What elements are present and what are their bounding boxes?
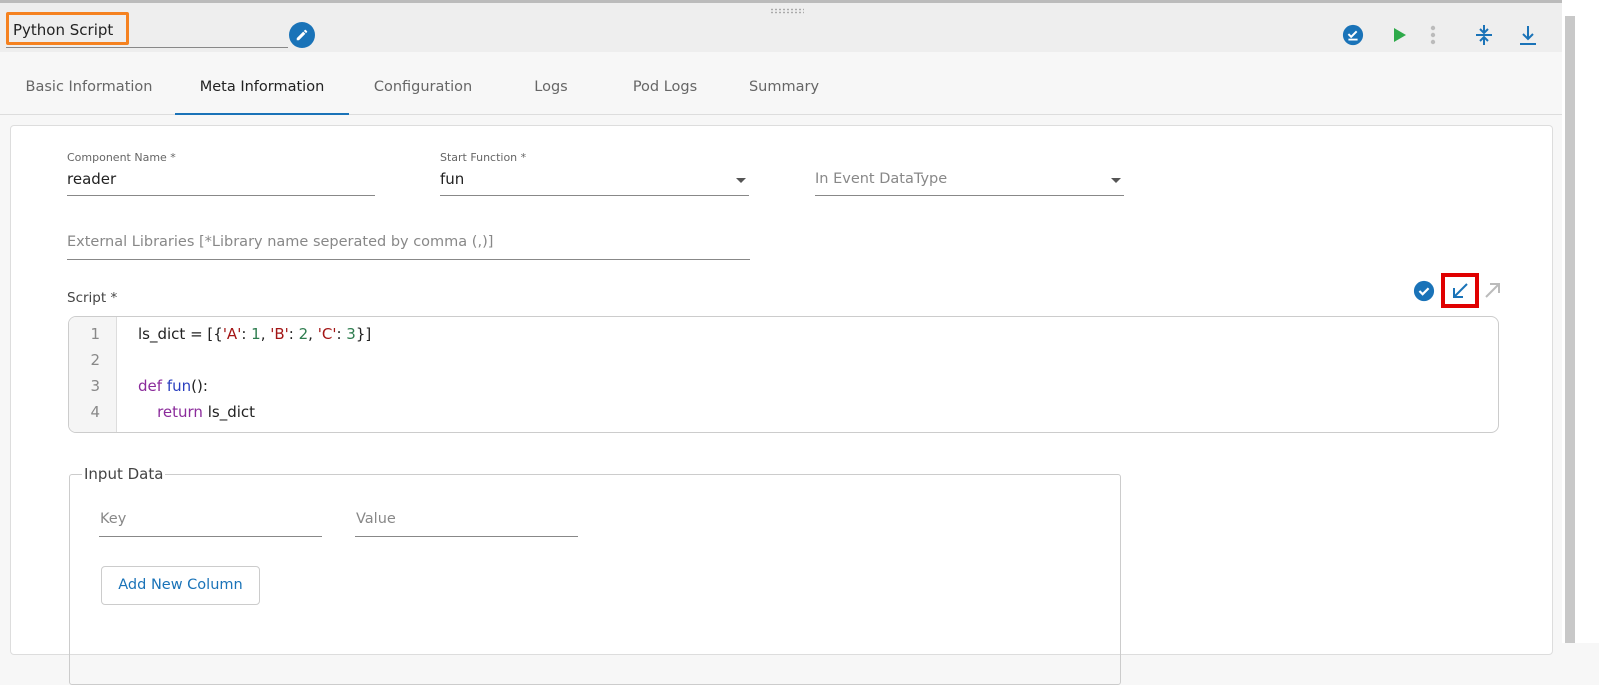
edit-title-button[interactable]: [289, 22, 315, 48]
drag-handle[interactable]: [770, 8, 804, 14]
code-line: return ls_dict: [138, 403, 255, 421]
scrollbar[interactable]: [1562, 0, 1599, 643]
download-button[interactable]: [1516, 23, 1540, 47]
in-event-datatype-placeholder: In Event DataType: [815, 171, 948, 187]
value-input[interactable]: Value: [355, 508, 578, 537]
download-icon: [1520, 26, 1536, 45]
component-name-value: reader: [67, 170, 117, 188]
code-token-str: 'A': [222, 325, 242, 343]
scrollbar-thumb[interactable]: [1565, 16, 1575, 643]
play-icon: [1394, 28, 1406, 42]
external-libraries-input[interactable]: External Libraries [*Library name sepera…: [67, 231, 750, 260]
code-token-str: 'C': [317, 325, 337, 343]
arrow-up-right-icon: [1485, 283, 1500, 298]
collapse-button[interactable]: [1472, 23, 1496, 47]
component-name-input[interactable]: reader: [67, 166, 375, 196]
tab-bar: Basic Information Meta Information Confi…: [0, 52, 1562, 115]
add-new-column-button[interactable]: Add New Column: [101, 566, 260, 605]
pencil-icon: [296, 29, 308, 41]
code-line: ls_dict = [{'A': 1, 'B': 2, 'C': 3}]: [138, 325, 371, 343]
meta-information-panel: Component Name * reader Start Function *…: [10, 125, 1553, 685]
line-number-gutter: 1 2 3 4: [69, 317, 117, 432]
code-token-kw: return: [157, 403, 203, 421]
code-token-plain: ls_dict: [202, 403, 256, 421]
tab-configuration[interactable]: Configuration: [360, 52, 486, 115]
code-line: def fun():: [138, 377, 208, 395]
check-circle-icon: [1342, 24, 1364, 46]
line-number: 1: [90, 325, 100, 343]
code-token-plain: :: [288, 325, 299, 343]
code-token-plain: }]: [355, 325, 372, 343]
key-placeholder: Key: [100, 511, 127, 527]
code-token-num: 1: [251, 325, 261, 343]
input-data-legend: Input Data: [84, 465, 164, 483]
line-number: 3: [90, 377, 100, 395]
code-token-plain: ,: [308, 325, 318, 343]
code-token-plain: :: [336, 325, 347, 343]
start-function-label: Start Function *: [440, 151, 527, 164]
value-placeholder: Value: [356, 511, 396, 527]
kebab-icon: [1430, 25, 1436, 45]
chevron-down-icon: [736, 178, 746, 183]
expand-editor-button[interactable]: [1483, 280, 1505, 302]
line-number: 2: [90, 351, 100, 369]
code-token-num: 2: [298, 325, 309, 343]
tab-pod-logs[interactable]: Pod Logs: [620, 52, 710, 115]
line-number: 4: [90, 403, 100, 421]
validate-script-button[interactable]: [1413, 280, 1435, 302]
code-token-plain: ,: [260, 325, 271, 343]
tab-basic-information[interactable]: Basic Information: [15, 52, 163, 115]
check-circle-icon: [1413, 280, 1435, 302]
code-token-str: 'B': [270, 325, 289, 343]
component-title[interactable]: Python Script: [6, 12, 129, 45]
collapse-vertical-icon: [1476, 25, 1492, 45]
validate-button[interactable]: [1341, 23, 1365, 47]
component-name-label: Component Name *: [67, 151, 176, 164]
script-editor[interactable]: 1 2 3 4 ls_dict = [{'A': 1, 'B': 2, 'C':…: [68, 316, 1499, 433]
script-label: Script *: [67, 290, 118, 306]
tab-summary[interactable]: Summary: [735, 52, 833, 115]
code-token-plain: ls_dict = [{: [138, 325, 223, 343]
code-token-plain: ():: [191, 377, 208, 395]
chevron-down-icon: [1111, 178, 1121, 183]
arrow-down-left-icon: [1453, 282, 1468, 298]
header-bar: Python Script: [0, 0, 1562, 52]
code-token-kw: def: [138, 377, 163, 395]
tab-logs[interactable]: Logs: [510, 52, 592, 115]
minimize-editor-button[interactable]: [1441, 273, 1479, 308]
component-title-field[interactable]: Python Script: [6, 12, 288, 48]
tab-meta-information[interactable]: Meta Information: [175, 52, 349, 115]
key-input[interactable]: Key: [99, 508, 322, 537]
start-function-select[interactable]: fun: [440, 166, 749, 196]
more-options-button[interactable]: [1421, 23, 1445, 47]
code-token-fn: fun: [166, 377, 192, 395]
code-token-plain: :: [241, 325, 252, 343]
external-libraries-placeholder: External Libraries [*Library name sepera…: [67, 234, 494, 250]
start-function-value: fun: [440, 170, 465, 188]
run-button[interactable]: [1387, 23, 1411, 47]
in-event-datatype-select[interactable]: In Event DataType: [815, 166, 1124, 196]
code-token-num: 3: [346, 325, 356, 343]
